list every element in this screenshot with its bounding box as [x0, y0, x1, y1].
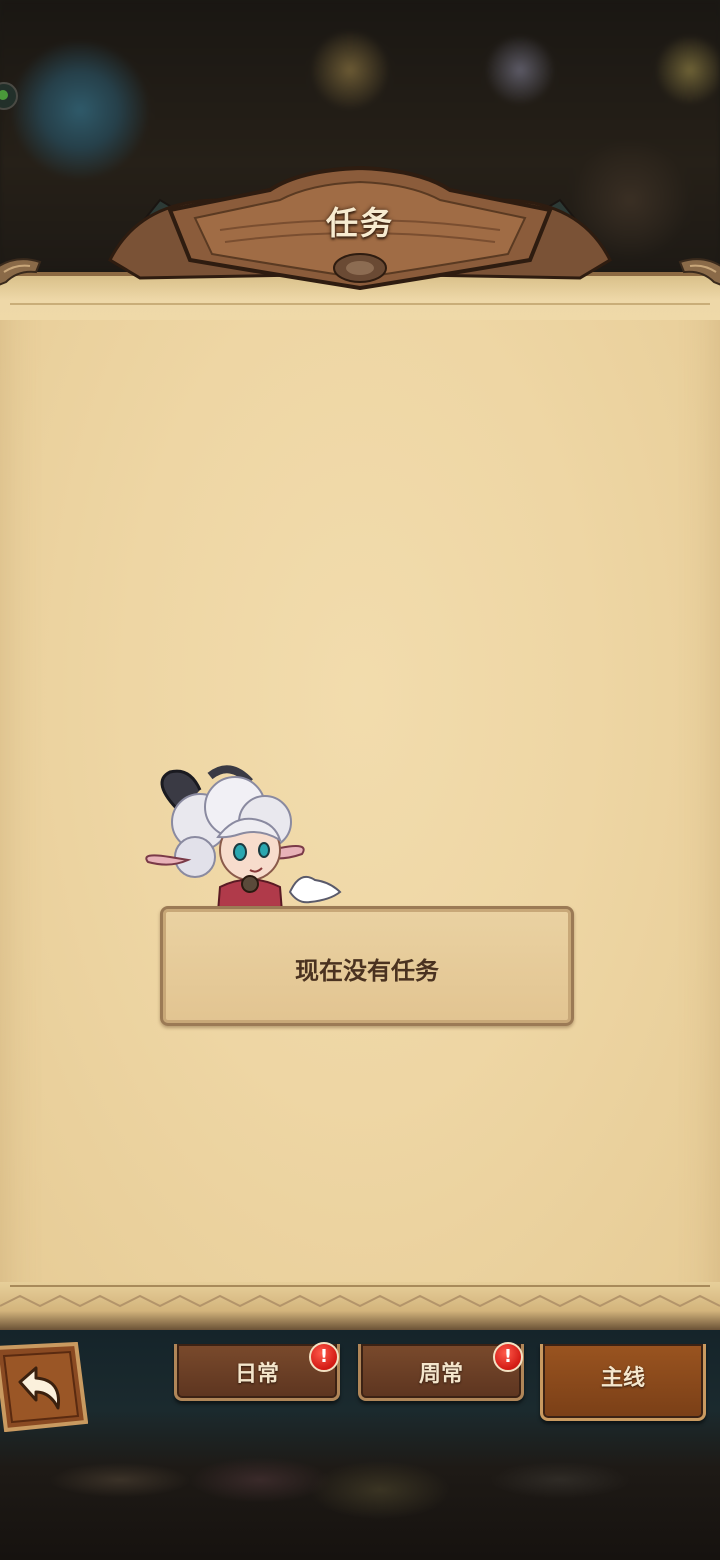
- sheep-girl-character: [145, 765, 342, 912]
- empty-state-box: 现在没有任务: [160, 906, 574, 1026]
- tab-label: 主线: [600, 1366, 645, 1391]
- page-title: 任务: [325, 204, 394, 242]
- tab-main-story[interactable]: 主线: [540, 1344, 706, 1421]
- quest-panel: [0, 272, 720, 1330]
- corner-ornament-icon: [678, 258, 720, 286]
- tab-daily[interactable]: 日常 !: [174, 1342, 340, 1401]
- panel-divider: [10, 1285, 710, 1287]
- empty-state-message: 现在没有任务: [295, 957, 439, 985]
- panel-divider: [10, 303, 710, 305]
- tab-weekly[interactable]: 周常 !: [358, 1342, 524, 1401]
- back-button[interactable]: [0, 1342, 88, 1432]
- corner-ornament-icon: [0, 258, 42, 286]
- panel-bottom-trim: [0, 1294, 720, 1308]
- exclamation-icon: !: [309, 1342, 339, 1372]
- exclamation-icon: !: [493, 1342, 523, 1372]
